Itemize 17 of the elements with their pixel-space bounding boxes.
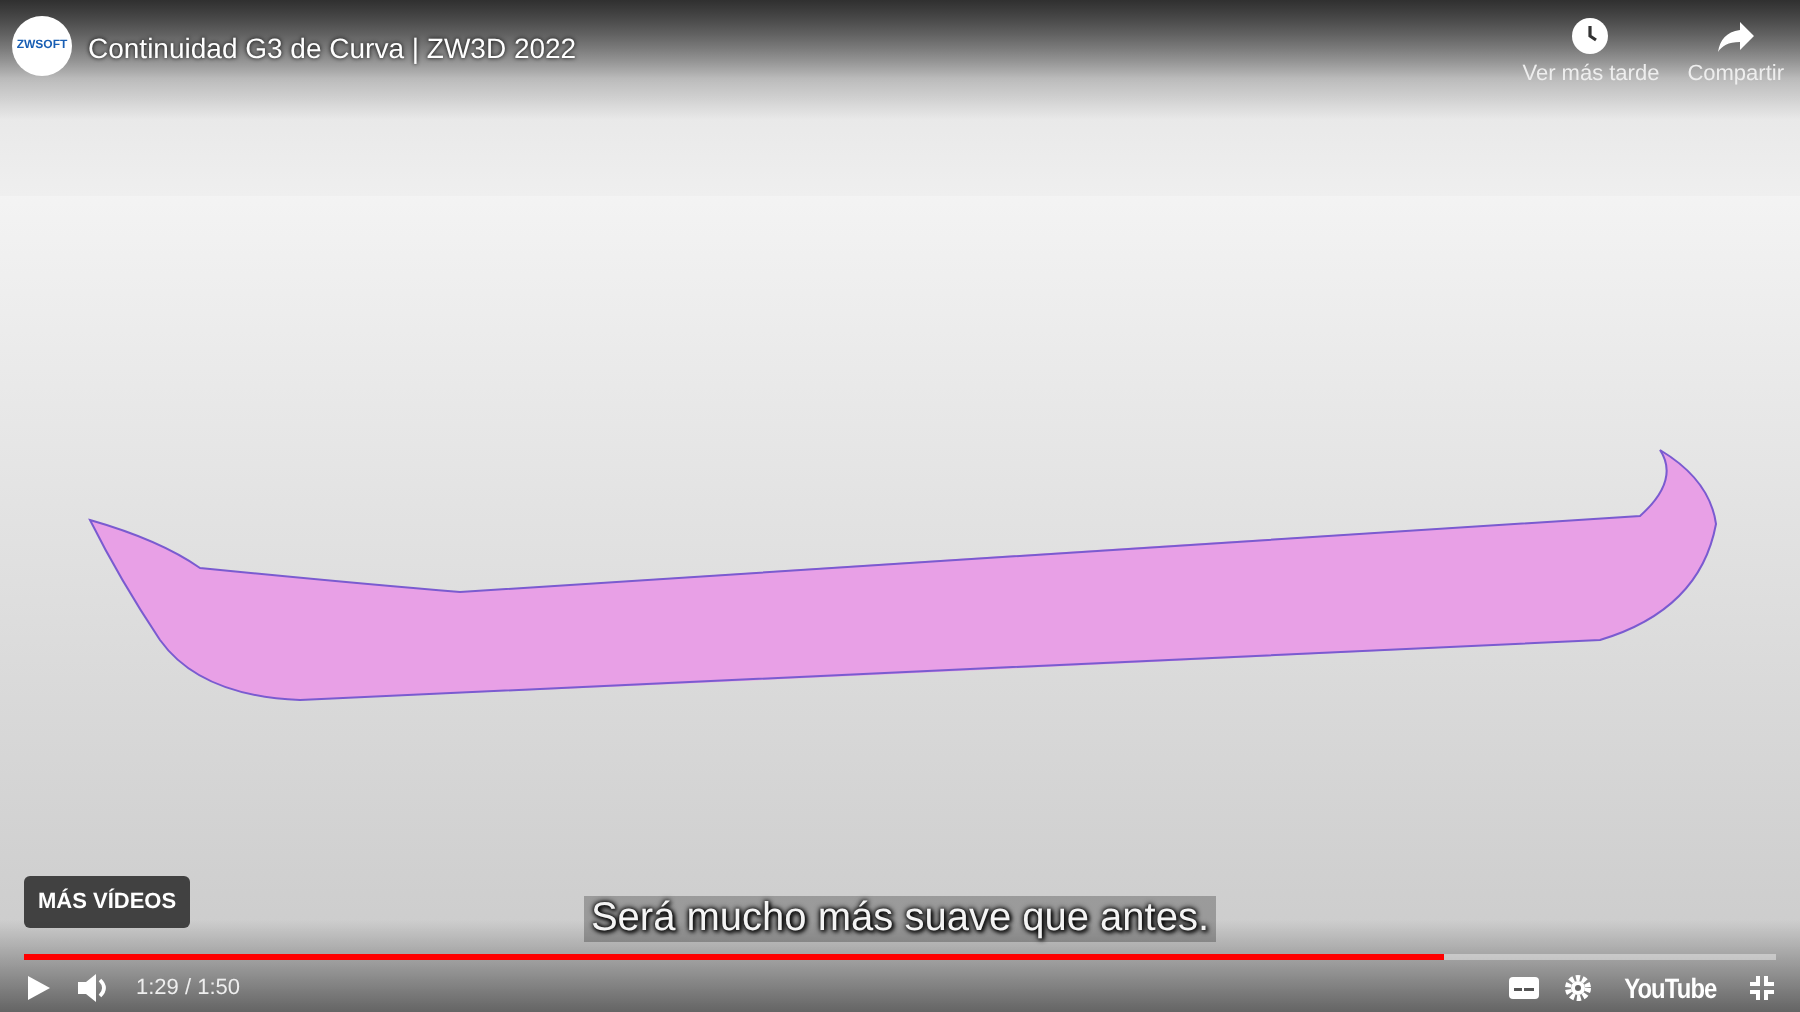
subtitle-caption: Será mucho más suave que antes. xyxy=(584,896,1216,942)
settings-icon xyxy=(1563,974,1592,1002)
play-button[interactable] xyxy=(24,974,52,1002)
exit-fullscreen-button[interactable] xyxy=(1748,974,1776,1002)
subtitles-icon xyxy=(1507,976,1540,1000)
volume-button[interactable] xyxy=(76,972,112,1004)
settings-button[interactable] xyxy=(1563,974,1592,1002)
play-icon xyxy=(24,974,52,1002)
watch-later-icon xyxy=(1570,16,1611,56)
exit-fullscreen-icon xyxy=(1748,974,1776,1002)
subtitles-button[interactable] xyxy=(1507,976,1540,1000)
volume-icon xyxy=(76,972,112,1004)
share-icon xyxy=(1715,16,1756,56)
time-display: 1:29 / 1:50 xyxy=(136,976,240,1000)
video-title[interactable]: Continuidad G3 de Curva | ZW3D 2022 xyxy=(88,32,1507,64)
more-videos-button[interactable]: MÁS VÍDEOS xyxy=(24,876,191,928)
brand-logo[interactable]: YouTube xyxy=(1623,972,1716,1004)
